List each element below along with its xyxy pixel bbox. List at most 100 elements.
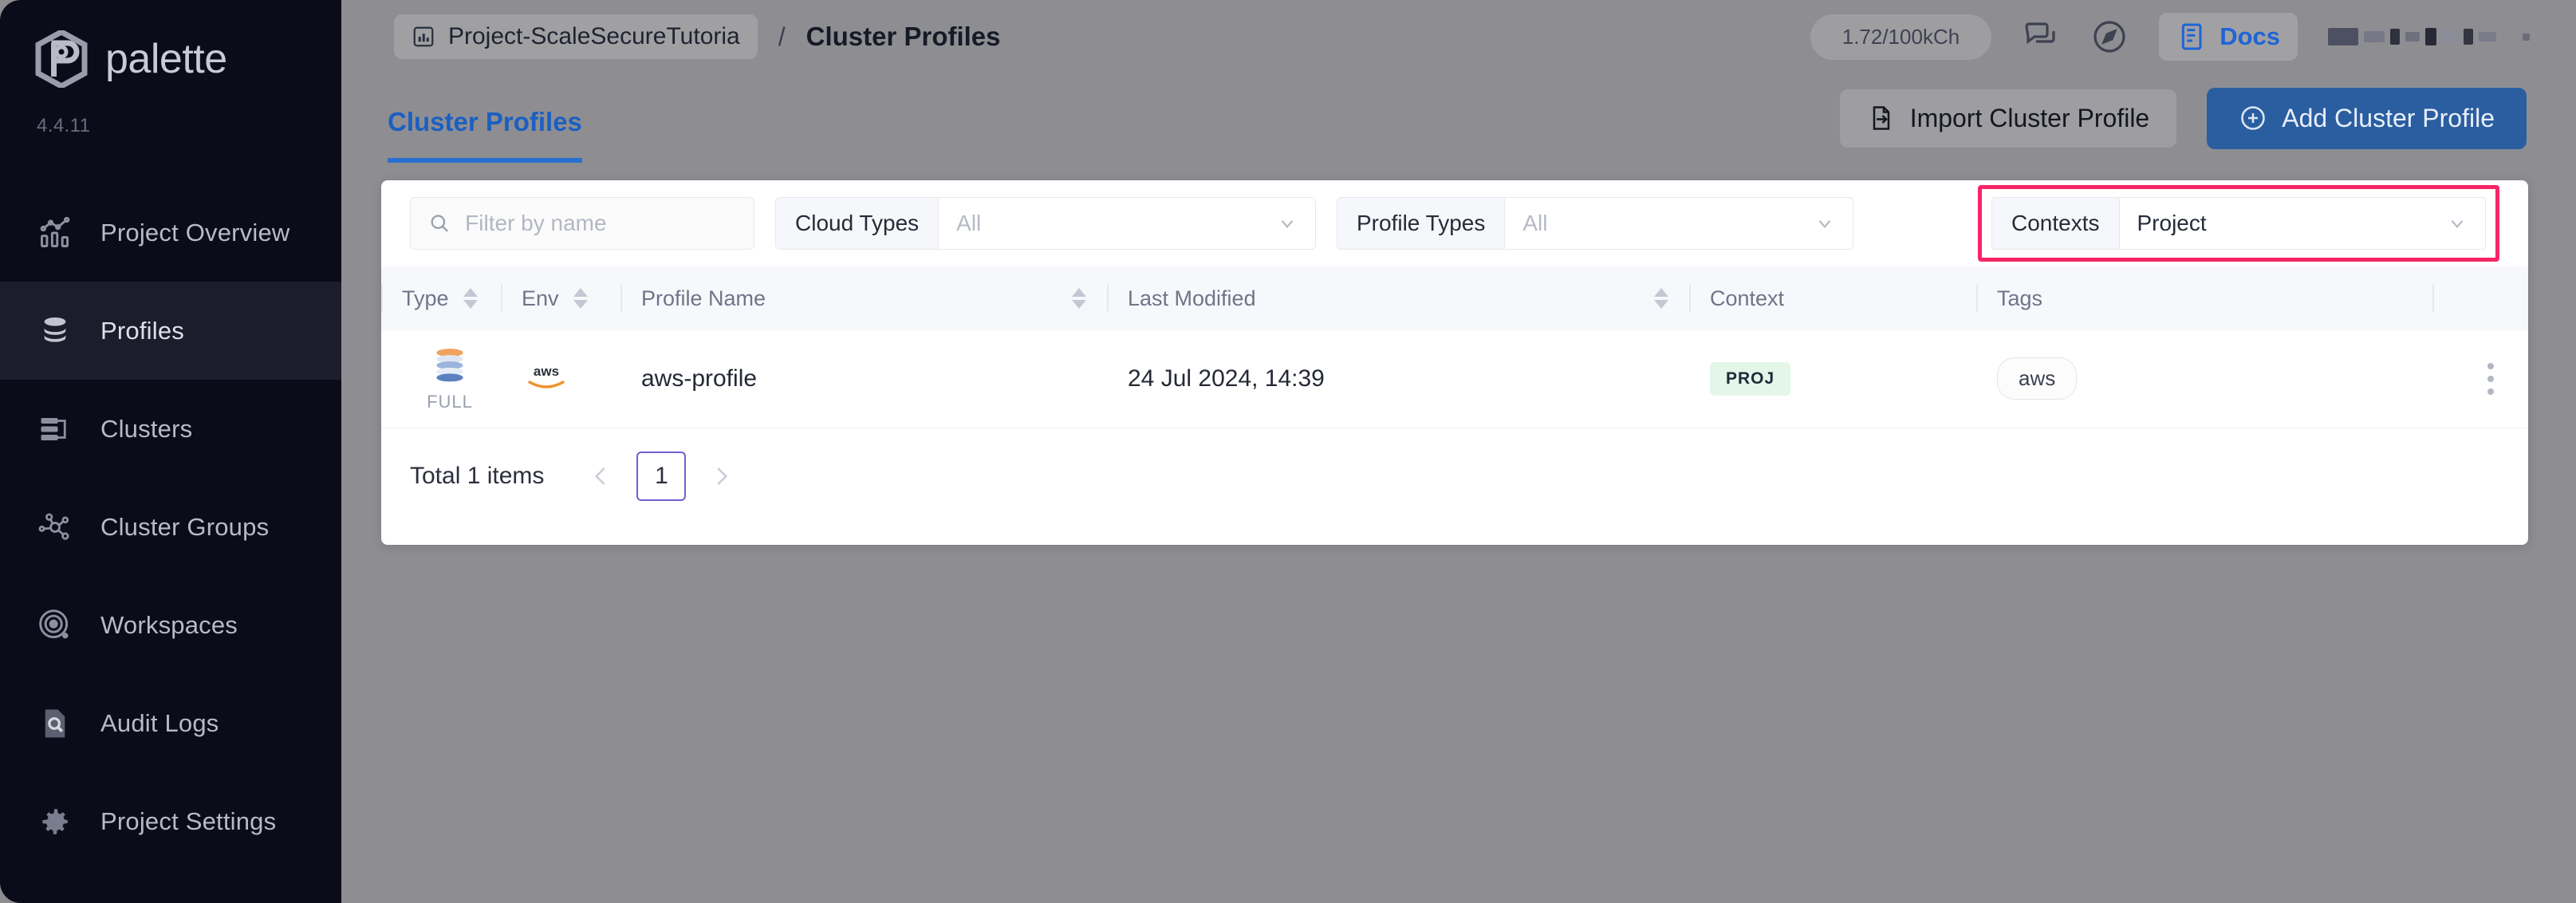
server-rack-icon: [37, 411, 73, 448]
docs-button[interactable]: Docs: [2159, 13, 2298, 61]
sort-toggle-profile-name[interactable]: [1072, 288, 1086, 309]
sidebar-item-label: Project Overview: [100, 218, 290, 246]
palette-hex-logo-icon: [35, 30, 88, 88]
contexts-filter[interactable]: Contexts Project: [1991, 197, 2486, 250]
column-divider: [1107, 285, 1109, 312]
total-items-label: Total 1 items: [410, 462, 545, 489]
import-icon: [1873, 106, 1889, 130]
import-label: Import Cluster Profile: [1909, 103, 2150, 132]
table-body: FULL aws aws-profile 24 Jul 2024, 14:39: [381, 330, 2528, 428]
sidebar-item-label: Cluster Groups: [100, 512, 270, 541]
column-header-tags: Tags: [1976, 266, 2432, 330]
cell-context: PROJ: [1689, 330, 1976, 428]
sidebar-item-profiles[interactable]: Profiles: [0, 282, 341, 380]
pagination-prev-button[interactable]: [584, 459, 619, 494]
contexts-highlight-box: Contexts Project: [1978, 185, 2499, 262]
sidebar-item-workspaces[interactable]: Workspaces: [0, 576, 341, 674]
cell-last-modified: 24 Jul 2024, 14:39: [1107, 330, 1689, 428]
sidebar: palette 4.4.11 Project Overview Profiles…: [0, 0, 341, 903]
full-profile-layers-icon: [436, 348, 463, 382]
cell-profile-name[interactable]: aws-profile: [620, 330, 1107, 428]
column-header-env[interactable]: Env: [501, 266, 620, 330]
sidebar-item-label: Project Settings: [100, 806, 277, 835]
profile-types-value: All: [1522, 211, 1548, 235]
pagination-page-label: 1: [655, 462, 668, 489]
column-divider: [620, 285, 622, 312]
user-name-redacted[interactable]: [2328, 23, 2530, 50]
chevron-down-icon: [2451, 220, 2464, 228]
book-icon: [2182, 23, 2202, 50]
row-actions-menu-button[interactable]: [2453, 362, 2528, 395]
top-bar: Project-ScaleSecureTutoria / Cluster Pro…: [341, 0, 2576, 73]
topbar-actions: 1.72/100kCh Docs: [1810, 13, 2576, 61]
aws-logo-icon: aws: [528, 364, 565, 388]
chevron-down-icon: [1281, 220, 1294, 228]
sidebar-item-cluster-groups[interactable]: Cluster Groups: [0, 478, 341, 576]
cloud-types-value-wrap[interactable]: All: [939, 198, 1315, 249]
column-divider: [1689, 285, 1691, 312]
column-header-actions: [2432, 266, 2528, 330]
sidebar-item-label: Workspaces: [100, 610, 238, 639]
table-footer: Total 1 items 1: [381, 428, 2528, 524]
tab-bar: Cluster Profiles: [388, 73, 582, 163]
pagination-next-button[interactable]: [703, 459, 739, 494]
orbit-icon: [37, 607, 73, 644]
sort-toggle-env[interactable]: [573, 288, 588, 309]
tab-cluster-profiles[interactable]: Cluster Profiles: [388, 107, 582, 163]
cloud-types-filter[interactable]: Cloud Types All: [775, 197, 1316, 250]
cluster-profiles-card: Cloud Types All Profile Types All Contex…: [381, 180, 2528, 545]
contexts-label: Contexts: [1992, 198, 2120, 249]
sidebar-item-project-settings[interactable]: Project Settings: [0, 772, 341, 870]
import-cluster-profile-button[interactable]: Import Cluster Profile: [1839, 89, 2177, 148]
search-input[interactable]: [465, 211, 736, 236]
docs-label: Docs: [2220, 22, 2280, 50]
cell-actions: [2432, 330, 2528, 428]
chat-bubbles-icon[interactable]: [2022, 18, 2060, 56]
search-box[interactable]: [410, 197, 754, 250]
sort-toggle-last-modified[interactable]: [1654, 288, 1668, 309]
pagination-page-1[interactable]: 1: [636, 451, 687, 501]
sidebar-item-project-overview[interactable]: Project Overview: [0, 183, 341, 282]
profile-name-value: aws-profile: [641, 365, 758, 392]
svg-text:aws: aws: [534, 364, 559, 379]
breadcrumb-project-label: Project-ScaleSecureTutoria: [448, 23, 740, 49]
chart-bars-icon: [37, 215, 73, 251]
compass-icon[interactable]: [2090, 18, 2129, 56]
column-header-label: Env: [522, 286, 559, 310]
profile-types-value-wrap[interactable]: All: [1505, 198, 1853, 249]
sidebar-item-label: Clusters: [100, 414, 193, 443]
sidebar-item-audit-logs[interactable]: Audit Logs: [0, 674, 341, 772]
column-header-context: Context: [1689, 266, 1976, 330]
profile-types-label: Profile Types: [1337, 198, 1506, 249]
brand-logo[interactable]: palette: [0, 0, 341, 88]
tag-pill: aws: [1997, 357, 2078, 400]
column-header-label: Last Modified: [1128, 286, 1256, 310]
breadcrumb-project[interactable]: Project-ScaleSecureTutoria: [394, 14, 758, 59]
column-divider: [501, 285, 502, 312]
brand-name: palette: [105, 36, 227, 82]
sidebar-item-clusters[interactable]: Clusters: [0, 380, 341, 478]
project-chart-icon: [413, 26, 434, 47]
column-header-last-modified[interactable]: Last Modified: [1107, 266, 1689, 330]
contexts-value-wrap[interactable]: Project: [2120, 198, 2486, 249]
cell-tags: aws: [1976, 330, 2432, 428]
app-root: palette 4.4.11 Project Overview Profiles…: [0, 0, 2576, 903]
add-cluster-profile-button[interactable]: Add Cluster Profile: [2207, 87, 2527, 149]
profile-type-label: FULL: [427, 391, 473, 412]
column-divider: [1976, 285, 1978, 312]
table-header: Type Env Profile Name Last Modified Cont…: [381, 266, 2528, 330]
filter-bar: Cloud Types All Profile Types All Contex…: [381, 180, 2528, 266]
page-header: Cluster Profiles Import Cluster Profile …: [341, 73, 2576, 163]
sidebar-item-label: Audit Logs: [100, 708, 219, 737]
cloud-types-label: Cloud Types: [776, 198, 939, 249]
column-header-type[interactable]: Type: [381, 266, 501, 330]
sort-toggle-type[interactable]: [463, 288, 478, 309]
breadcrumb-current: Cluster Profiles: [805, 22, 1001, 51]
cell-env: aws: [501, 330, 620, 428]
column-divider: [2432, 285, 2434, 312]
column-header-profile-name[interactable]: Profile Name: [620, 266, 1107, 330]
profile-types-filter[interactable]: Profile Types All: [1337, 197, 1853, 250]
table-row[interactable]: FULL aws aws-profile 24 Jul 2024, 14:39: [381, 330, 2528, 428]
tab-label: Cluster Profiles: [388, 107, 582, 136]
layers-stack-icon: [37, 313, 73, 349]
